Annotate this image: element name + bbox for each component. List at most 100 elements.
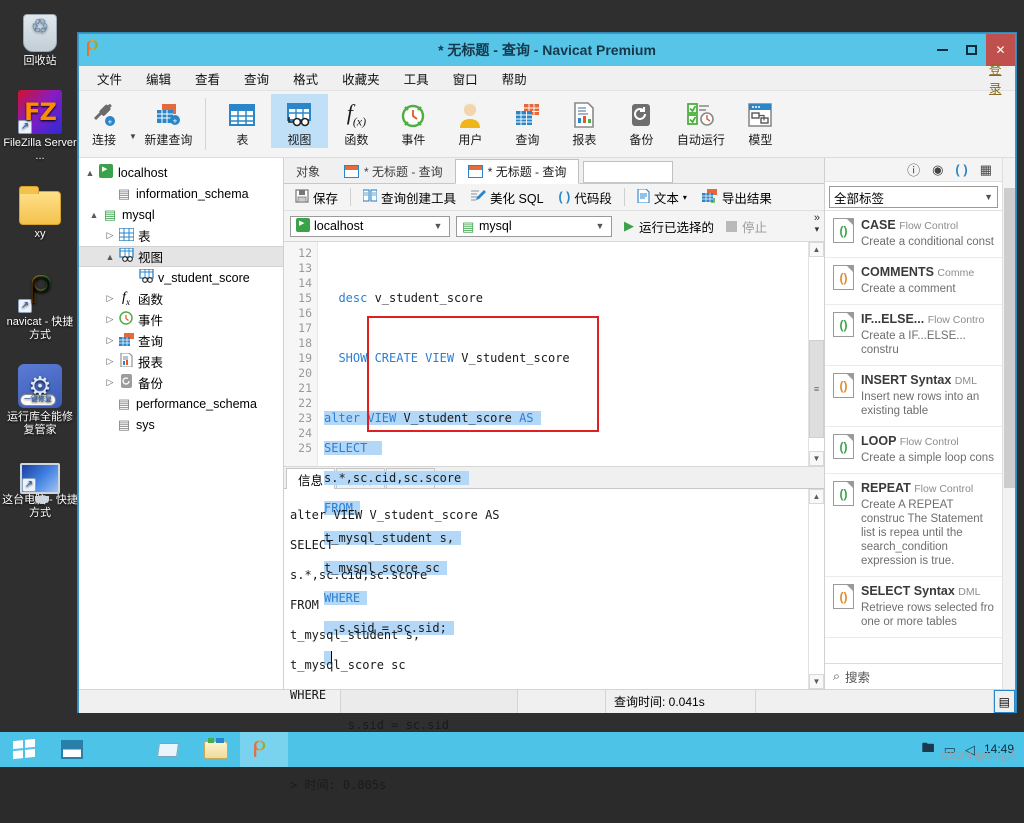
beautify-sql-button[interactable]: 美化 SQL	[465, 185, 550, 210]
snippet-item-case[interactable]: () CASE Flow Control Create a conditiona…	[825, 211, 1002, 258]
network-icon[interactable]: 🖿	[922, 739, 935, 761]
taskbar-item-explorer[interactable]	[144, 732, 192, 767]
menu-window[interactable]: 窗口	[441, 66, 490, 91]
scroll-down-arrow-icon[interactable]: ▼	[809, 451, 824, 466]
toolbar-connection-button[interactable]: + 连接	[79, 94, 129, 148]
expand-arrow-icon[interactable]: ▷	[103, 377, 117, 388]
taskbar-item-file-manager[interactable]	[192, 732, 240, 767]
snippet-list[interactable]: () CASE Flow Control Create a conditiona…	[825, 210, 1002, 663]
tab-objects[interactable]: 对象	[284, 159, 333, 183]
query-builder-button[interactable]: 查询创建工具	[357, 185, 462, 210]
expand-arrow-icon[interactable]: ▷	[103, 293, 117, 304]
desktop-icon-filezilla[interactable]: ↗ FileZilla Server ...	[0, 84, 80, 165]
tree-node-functions[interactable]: ▷ fx 函数	[79, 288, 283, 309]
menu-format[interactable]: 格式	[281, 66, 330, 91]
menu-help[interactable]: 帮助	[490, 66, 539, 91]
snippet-item-loop[interactable]: () LOOP Flow Control Create a simple loo…	[825, 427, 1002, 474]
snippet-item-comments[interactable]: () COMMENTS Comme Create a comment	[825, 258, 1002, 305]
snippet-item-insert-syntax[interactable]: () INSERT Syntax DML Insert new rows int…	[825, 366, 1002, 427]
toolbar-event-button[interactable]: 事件	[385, 94, 442, 148]
task-view-button[interactable]	[48, 732, 96, 767]
desktop-icon-xy-folder[interactable]: xy	[0, 179, 80, 243]
toolbar-query-button[interactable]: 查询	[499, 94, 556, 148]
sql-code-text[interactable]: desc v_student_score SHOW CREATE VIEW V_…	[318, 242, 808, 665]
tree-node-views[interactable]: ▲ 视图	[79, 246, 283, 267]
menu-tools[interactable]: 工具	[392, 66, 441, 91]
taskbar-item-navicat[interactable]	[240, 732, 288, 767]
snippet-item-repeat[interactable]: () REPEAT Flow Control Create A REPEAT c…	[825, 474, 1002, 577]
menu-view[interactable]: 查看	[183, 66, 232, 91]
chevron-down-icon[interactable]: ▼	[592, 221, 608, 231]
tree-node-performance-schema[interactable]: performance_schema	[79, 393, 283, 414]
text-button[interactable]: 文本 ▾	[631, 185, 693, 210]
desktop-icon-recycle-bin[interactable]: 回收站	[0, 6, 80, 70]
messages-scrollbar[interactable]: ▲ ▼	[808, 489, 824, 689]
chevron-down-icon[interactable]: ▼	[984, 192, 993, 202]
connection-dropdown-caret-icon[interactable]: ▼	[129, 132, 137, 141]
scrollbar-thumb[interactable]: ≡	[809, 340, 824, 438]
desktop-icon-this-pc[interactable]: ↗ 这台电脑 - 快捷方式	[0, 453, 80, 522]
tree-node-backups[interactable]: ▷ 备份	[79, 372, 283, 393]
connection-select[interactable]: localhost ▼	[290, 215, 450, 237]
run-selected-button[interactable]: ▶ 运行已选择的	[624, 217, 714, 236]
scroll-up-arrow-icon[interactable]: ▲	[809, 489, 824, 504]
tab-empty-slot[interactable]	[583, 161, 674, 183]
scroll-up-arrow-icon[interactable]: ▲	[809, 242, 824, 257]
scrollbar-track[interactable]	[809, 504, 824, 674]
snippet-icon[interactable]: ( )	[955, 162, 967, 177]
menu-edit[interactable]: 编辑	[134, 66, 183, 91]
menu-file[interactable]: 文件	[85, 66, 134, 91]
toolbar-function-button[interactable]: f(x) 函数	[328, 94, 385, 148]
structure-icon[interactable]: ▦	[980, 162, 992, 178]
snippet-item-select-syntax[interactable]: () SELECT Syntax DML Retrieve rows selec…	[825, 577, 1002, 638]
tree-node-tables[interactable]: ▷ 表	[79, 225, 283, 246]
login-link[interactable]: 登录	[989, 59, 1011, 97]
database-select[interactable]: mysql ▼	[456, 215, 612, 237]
toolbar-new-query-button[interactable]: + 新建查询	[140, 94, 197, 148]
expand-arrow-icon[interactable]: ▲	[103, 252, 117, 262]
object-tree[interactable]: ▲ localhost information_schema ▲ mysql ▷	[79, 158, 284, 689]
save-button[interactable]: 保存	[289, 185, 344, 210]
preview-icon[interactable]: ◉	[932, 162, 943, 178]
menu-query[interactable]: 查询	[232, 66, 281, 91]
info-icon[interactable]: ⓘ	[907, 160, 920, 179]
tree-node-v-student-score[interactable]: v_student_score	[79, 267, 283, 288]
chevron-down-icon[interactable]: ▼	[430, 221, 446, 231]
expand-arrow-icon[interactable]: ▷	[103, 335, 117, 346]
snippet-search[interactable]: ⌕ 搜索	[825, 663, 1002, 689]
editor-scrollbar[interactable]: ▲ ≡ ▼	[808, 242, 824, 466]
toolbar-backup-button[interactable]: 备份	[613, 94, 670, 148]
chevron-down-icon[interactable]: ▾	[683, 193, 687, 202]
tab-query-1[interactable]: * 无标题 - 查询	[332, 159, 455, 183]
menu-favorites[interactable]: 收藏夹	[330, 66, 392, 91]
toolbar-model-button[interactable]: 模型	[732, 94, 789, 148]
start-button[interactable]	[0, 732, 48, 767]
expand-arrow-icon[interactable]: ▷	[103, 230, 117, 241]
sql-editor[interactable]: 12 13 14 15 16 17 18 19 20 21 22 23 24 2…	[284, 242, 824, 665]
tree-node-queries[interactable]: ▷ 查询	[79, 330, 283, 351]
scrollbar-thumb[interactable]	[1004, 188, 1015, 488]
expand-arrow-icon[interactable]: ▲	[87, 210, 101, 220]
snippet-item-if-else[interactable]: () IF...ELSE... Flow Contro Create a IF.…	[825, 305, 1002, 366]
tree-node-information-schema[interactable]: information_schema	[79, 183, 283, 204]
expand-arrow-icon[interactable]: ▷	[103, 314, 117, 325]
export-result-button[interactable]: 导出结果	[696, 185, 778, 210]
desktop-icon-navicat[interactable]: ↗ navicat - 快捷方式	[0, 263, 80, 344]
scrollbar-track[interactable]: ≡	[809, 257, 824, 451]
tag-filter-select[interactable]: 全部标签 ▼	[829, 186, 998, 208]
expand-arrow-icon[interactable]: ▷	[103, 356, 117, 367]
scroll-down-arrow-icon[interactable]: ▼	[809, 674, 824, 689]
status-grid-toggle[interactable]: ▤	[993, 690, 1015, 713]
code-snippet-button[interactable]: ( ) 代码段	[553, 185, 618, 210]
panel-scrollbar[interactable]	[1002, 158, 1015, 689]
tree-node-reports[interactable]: ▷ 报表	[79, 351, 283, 372]
toolbar-user-button[interactable]: 用户	[442, 94, 499, 148]
toolbar-report-button[interactable]: 报表	[556, 94, 613, 148]
tree-node-mysql[interactable]: ▲ mysql	[79, 204, 283, 225]
toolbar-overflow-button[interactable]: » ▾	[814, 213, 820, 235]
toolbar-table-button[interactable]: 表	[214, 94, 271, 148]
expand-arrow-icon[interactable]: ▲	[83, 168, 97, 178]
toolbar-automation-button[interactable]: 自动运行	[670, 94, 732, 148]
desktop-icon-repair-tool[interactable]: 一键修复 运行库全能修复管家	[0, 358, 80, 439]
toolbar-view-button[interactable]: 视图	[270, 94, 328, 148]
